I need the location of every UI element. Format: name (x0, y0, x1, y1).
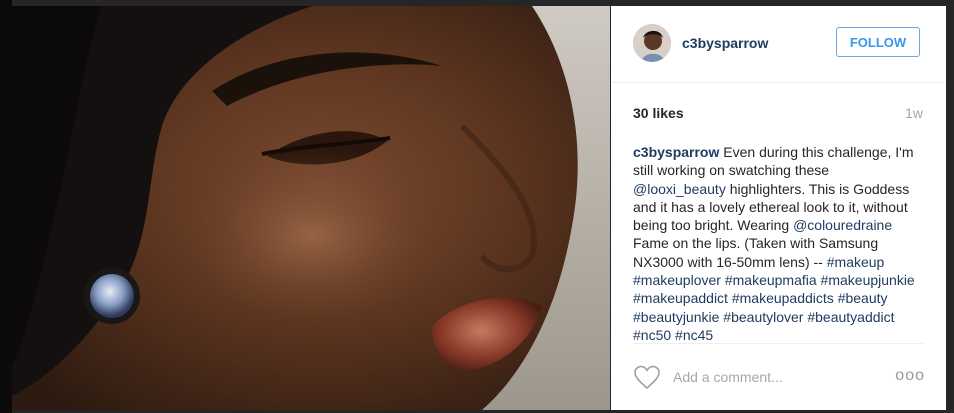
hashtag-link[interactable]: #beautylover (723, 309, 803, 325)
post-header: c3bysparrow FOLLOW (611, 6, 946, 83)
follow-button[interactable]: FOLLOW (836, 27, 920, 57)
caption-body: Even during this challenge, I'm still wo… (633, 144, 915, 343)
avatar[interactable] (633, 24, 671, 62)
hashtag-link[interactable]: #makeupjunkie (821, 272, 915, 288)
avatar-image (633, 24, 671, 62)
comment-bar: ooo (633, 361, 925, 391)
comment-input[interactable] (673, 367, 883, 387)
post-details-panel: c3bysparrow FOLLOW 30 likes 1w c3bysparr… (611, 6, 946, 410)
mention-link[interactable]: @looxi_beauty (633, 181, 726, 197)
hashtag-link[interactable]: #makeup (827, 254, 885, 270)
comment-divider (633, 343, 923, 344)
hashtag-link[interactable]: #makeuplover (633, 272, 721, 288)
more-options-icon[interactable]: ooo (895, 368, 925, 384)
hashtag-link[interactable]: #nc45 (675, 327, 713, 343)
heart-outline-icon[interactable] (633, 364, 661, 390)
post-stats: 30 likes 1w (633, 103, 923, 123)
backdrop-edge (0, 0, 12, 413)
caption-username[interactable]: c3bysparrow (633, 144, 719, 160)
hashtag-link[interactable]: #makeupaddicts (732, 290, 834, 306)
hashtag-link[interactable]: #makeupmafia (725, 272, 817, 288)
hashtag-link[interactable]: #nc50 (633, 327, 671, 343)
modal-backdrop[interactable]: c3bysparrow FOLLOW 30 likes 1w c3bysparr… (0, 0, 954, 413)
post-photo-image (12, 6, 610, 410)
hashtag-link[interactable]: #beauty (838, 290, 888, 306)
post-caption: c3bysparrow Even during this challenge, … (633, 143, 923, 344)
hashtag-link[interactable]: #beautyjunkie (633, 309, 719, 325)
hashtag-link[interactable]: #makeupaddict (633, 290, 728, 306)
likes-count[interactable]: 30 likes (633, 105, 684, 121)
hashtag-link[interactable]: #beautyaddict (807, 309, 894, 325)
post-author-username[interactable]: c3bysparrow (682, 35, 768, 51)
post-timestamp[interactable]: 1w (905, 105, 923, 121)
post-photo[interactable] (12, 6, 610, 410)
mention-link[interactable]: @colouredraine (793, 217, 892, 233)
